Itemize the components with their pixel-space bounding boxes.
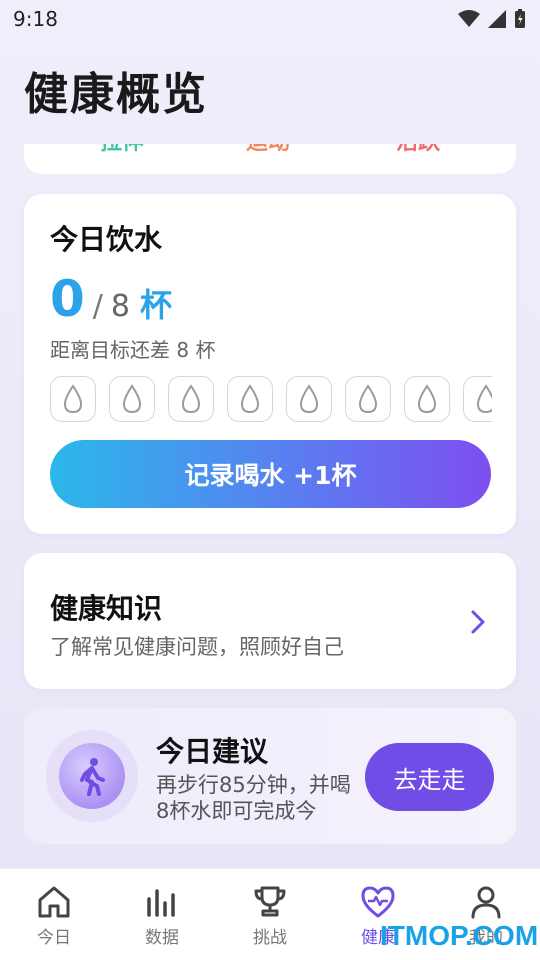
record-water-button[interactable]: 记录喝水 +1杯 [50,440,491,508]
activity-label-active: 活跃 [396,130,441,155]
water-cup-slot[interactable] [109,376,155,422]
signal-icon [488,10,506,28]
knowledge-subtitle: 了解常见健康问题，照顾好自己 [50,635,344,659]
water-drop-icon [122,384,142,414]
water-remaining-hint: 距离目标还差 8 杯 [50,338,216,362]
water-title: 今日饮水 [50,223,163,256]
tab-label: 今日 [37,928,71,948]
water-drop-icon [240,384,260,414]
water-goal-count: 8 [110,289,130,324]
water-cup-slot[interactable] [463,376,492,422]
water-separator: / [92,289,103,324]
daily-advice-card: 今日建议 再步行85分钟，并喝8杯水即可完成今 去走走 [24,708,516,844]
water-drop-icon [181,384,201,414]
activity-label-exercise: 运动 [246,130,291,155]
water-drop-icon [358,384,378,414]
water-current-count: 0 [50,270,85,328]
knowledge-title: 健康知识 [50,592,163,625]
water-drop-icon [63,384,83,414]
status-time: 9:18 [13,7,58,31]
status-icons [458,9,526,29]
water-drop-icon [417,384,437,414]
water-drop-icon [299,384,319,414]
trophy-icon [254,886,286,917]
activity-label-stretch: 拉伸 [100,130,145,155]
tab-label: 挑战 [253,928,287,948]
water-intake-card: 今日饮水 0 / 8 杯 距离目标还差 8 杯 记录喝水 +1杯 [24,194,516,534]
water-unit: 杯 [140,286,173,324]
health-knowledge-card[interactable]: 健康知识 了解常见健康问题，照顾好自己 [24,553,516,689]
status-bar: 9:18 [0,0,540,38]
page-title: 健康概览 [24,69,208,120]
bar-chart-icon [147,889,175,917]
home-icon [38,886,70,918]
wifi-icon [458,10,480,27]
go-walk-button[interactable]: 去走走 [365,743,494,811]
walking-person-icon [80,758,105,796]
water-cup-slot[interactable] [286,376,332,422]
tab-challenge[interactable]: 挑战 [216,869,324,960]
advice-title: 今日建议 [156,735,269,768]
water-cup-slot[interactable] [404,376,450,422]
chevron-right-icon [471,610,485,634]
water-stats: 0 / 8 杯 [50,270,172,328]
water-cup-slot[interactable] [345,376,391,422]
watermark: ITMOP.COM [380,920,539,951]
advice-text: 再步行85分钟，并喝8杯水即可完成今 [156,773,351,823]
water-cup-slot[interactable] [50,376,96,422]
water-drop-icon [476,384,492,414]
heart-pulse-icon [361,886,395,918]
tab-today[interactable]: 今日 [0,869,108,960]
person-icon [471,886,501,919]
walking-icon-badge [46,730,138,822]
tab-data[interactable]: 数据 [108,869,216,960]
battery-icon [515,9,525,28]
tab-label: 数据 [145,928,179,948]
water-cup-slot[interactable] [168,376,214,422]
water-cup-slot[interactable] [227,376,273,422]
water-cups-row [50,376,492,422]
